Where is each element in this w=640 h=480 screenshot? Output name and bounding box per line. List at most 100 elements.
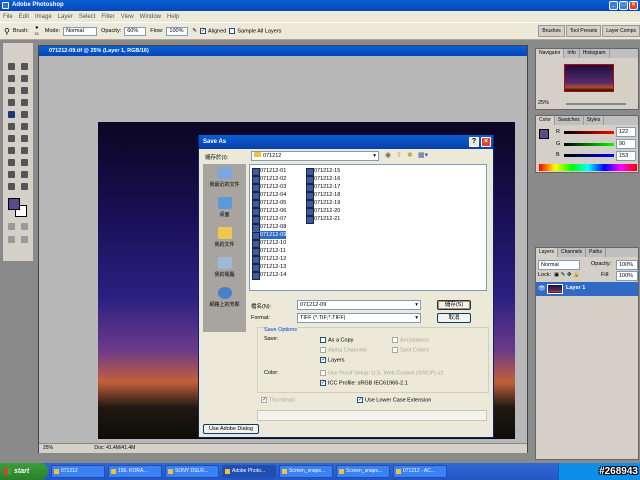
list-item[interactable]: 071212-01 (252, 167, 286, 176)
list-item[interactable]: 071212-05 (252, 199, 286, 208)
minimize-button[interactable]: _ (609, 1, 618, 10)
g-slider[interactable] (564, 143, 614, 146)
list-item[interactable]: 071212-16 (306, 175, 340, 184)
list-item[interactable]: 071212-15 (306, 167, 340, 176)
list-item[interactable]: 071212-19 (306, 199, 340, 208)
navigator-zoom[interactable]: 25% (538, 100, 549, 106)
menu-filter[interactable]: Filter (101, 14, 114, 20)
aligned-checkbox[interactable]: Aligned (200, 27, 226, 34)
magic-wand-tool-icon[interactable] (21, 75, 28, 82)
eraser-tool-icon[interactable] (8, 123, 15, 130)
list-item[interactable]: 071212-08 (252, 223, 286, 232)
tab-info[interactable]: Info (564, 49, 580, 58)
well-tab-tool-presets[interactable]: Tool Presets (565, 25, 602, 37)
menu-select[interactable]: Select (79, 14, 96, 20)
new-folder-icon[interactable]: ✱ (407, 151, 413, 159)
place-my-documents[interactable]: 我的文件 (203, 224, 246, 256)
navigator-thumbnail[interactable] (564, 64, 614, 92)
use-adobe-dialog-button[interactable]: Use Adobe Dialog (203, 424, 259, 434)
quick-mask-icon[interactable] (8, 223, 15, 230)
annotations-checkbox[interactable]: Annotations (392, 337, 429, 343)
place-my-computer[interactable]: 我的電腦 (203, 254, 246, 286)
taskbar-item[interactable]: 071212 - AC... (393, 465, 447, 478)
save-button[interactable]: 儲存(S) (437, 300, 471, 310)
menu-window[interactable]: Window (140, 14, 161, 20)
g-value[interactable]: 90 (616, 139, 636, 149)
filename-input[interactable]: 071212-09 ▾ (297, 300, 421, 310)
tab-paths[interactable]: Paths (586, 248, 606, 257)
screen-mode-icon[interactable] (8, 236, 15, 243)
history-brush-tool-icon[interactable] (21, 111, 28, 118)
format-select[interactable]: TIFF (*.TIF;*.TIFF) ▾ (297, 313, 421, 323)
navigator-zoom-slider[interactable] (566, 103, 626, 105)
clone-stamp-tool-icon[interactable] (8, 111, 15, 118)
tab-color[interactable]: Color (536, 116, 555, 125)
up-folder-icon[interactable]: ⇧ (396, 151, 402, 159)
place-network[interactable]: 網路上的芳鄰 (203, 284, 246, 316)
r-value[interactable]: 122 (616, 127, 636, 137)
path-selection-tool-icon[interactable] (8, 147, 15, 154)
list-item-selected[interactable]: 071212-09 (252, 231, 287, 240)
tab-styles[interactable]: Styles (584, 116, 605, 125)
slice-tool-icon[interactable] (21, 87, 28, 94)
hand-tool-icon[interactable] (8, 183, 15, 190)
type-tool-icon[interactable] (21, 147, 28, 154)
taskbar-item[interactable]: 156. KORA... (108, 465, 162, 478)
color-fg-swatch[interactable] (539, 129, 549, 139)
quick-mask-mode-icon[interactable] (21, 223, 28, 230)
healing-brush-tool-icon[interactable] (8, 99, 15, 106)
layer-opacity-input[interactable]: 100% (616, 260, 638, 270)
thumbnail-checkbox[interactable]: Thumbnail (261, 396, 295, 403)
pen-tool-icon[interactable] (8, 159, 15, 166)
start-button[interactable]: start (0, 463, 48, 480)
foreground-color-swatch[interactable] (8, 198, 20, 210)
menu-edit[interactable]: Edit (19, 14, 29, 20)
place-desktop[interactable]: 桌面 (203, 194, 246, 226)
taskbar-item[interactable]: Screen_snaps... (279, 465, 333, 478)
list-item[interactable]: 071212-14 (252, 271, 286, 280)
tab-swatches[interactable]: Swatches (555, 116, 584, 125)
list-item[interactable]: 071212-10 (252, 239, 286, 248)
tab-channels[interactable]: Channels (558, 248, 587, 257)
as-a-copy-checkbox[interactable]: As a Copy (320, 337, 353, 343)
list-item[interactable]: 071212-03 (252, 183, 286, 192)
alpha-channels-checkbox[interactable]: Alpha Channels (320, 347, 367, 353)
maximize-button[interactable]: □ (619, 1, 628, 10)
shape-tool-icon[interactable] (21, 159, 28, 166)
well-tab-layer-comps[interactable]: Layer Comps (602, 25, 640, 37)
list-item[interactable]: 071212-21 (306, 215, 340, 224)
list-item[interactable]: 071212-04 (252, 191, 286, 200)
eyedropper-tool-icon[interactable] (21, 171, 28, 178)
menu-file[interactable]: File (3, 14, 13, 20)
marquee-tool-icon[interactable] (8, 63, 15, 70)
fill-input[interactable]: 100% (616, 271, 638, 281)
menu-view[interactable]: View (121, 14, 134, 20)
crop-tool-icon[interactable] (8, 87, 15, 94)
blur-tool-icon[interactable] (8, 135, 15, 142)
list-item[interactable]: 071212-06 (252, 207, 286, 216)
brush-tool-icon[interactable] (21, 99, 28, 106)
layers-checkbox[interactable]: Layers (320, 356, 345, 363)
icc-profile-checkbox[interactable]: ICC Profile: sRGB IEC61966-2.1 (320, 379, 408, 386)
help-button[interactable]: ? (469, 137, 479, 147)
move-tool-icon[interactable] (21, 63, 28, 70)
zoom-level[interactable]: 25% (43, 445, 53, 451)
sample-all-layers-checkbox[interactable]: Sample All Layers (229, 27, 281, 34)
close-button[interactable]: × (629, 1, 638, 10)
dialog-close-button[interactable]: × (481, 137, 491, 147)
list-item[interactable]: 071212-07 (252, 215, 286, 224)
proof-setup-checkbox[interactable]: Use Proof Setup: U.S. Web Coated (SWOP) … (320, 370, 443, 376)
list-item[interactable]: 071212-12 (252, 255, 286, 264)
list-item[interactable]: 071212-18 (306, 191, 340, 200)
clone-stamp-icon[interactable]: ⚲ (4, 27, 10, 36)
list-item[interactable]: 071212-20 (306, 207, 340, 216)
cancel-button[interactable]: 取消 (437, 313, 471, 323)
full-screen-mode-icon[interactable] (21, 236, 28, 243)
tab-navigator[interactable]: Navigator (536, 49, 565, 58)
well-tab-brushes[interactable]: Brushes (538, 25, 565, 37)
notes-tool-icon[interactable] (8, 171, 15, 178)
layer-name[interactable]: Layer 1 (566, 285, 585, 291)
list-item[interactable]: 071212-13 (252, 263, 286, 272)
list-item[interactable]: 071212-11 (252, 247, 286, 256)
tab-histogram[interactable]: Histogram (580, 49, 610, 58)
